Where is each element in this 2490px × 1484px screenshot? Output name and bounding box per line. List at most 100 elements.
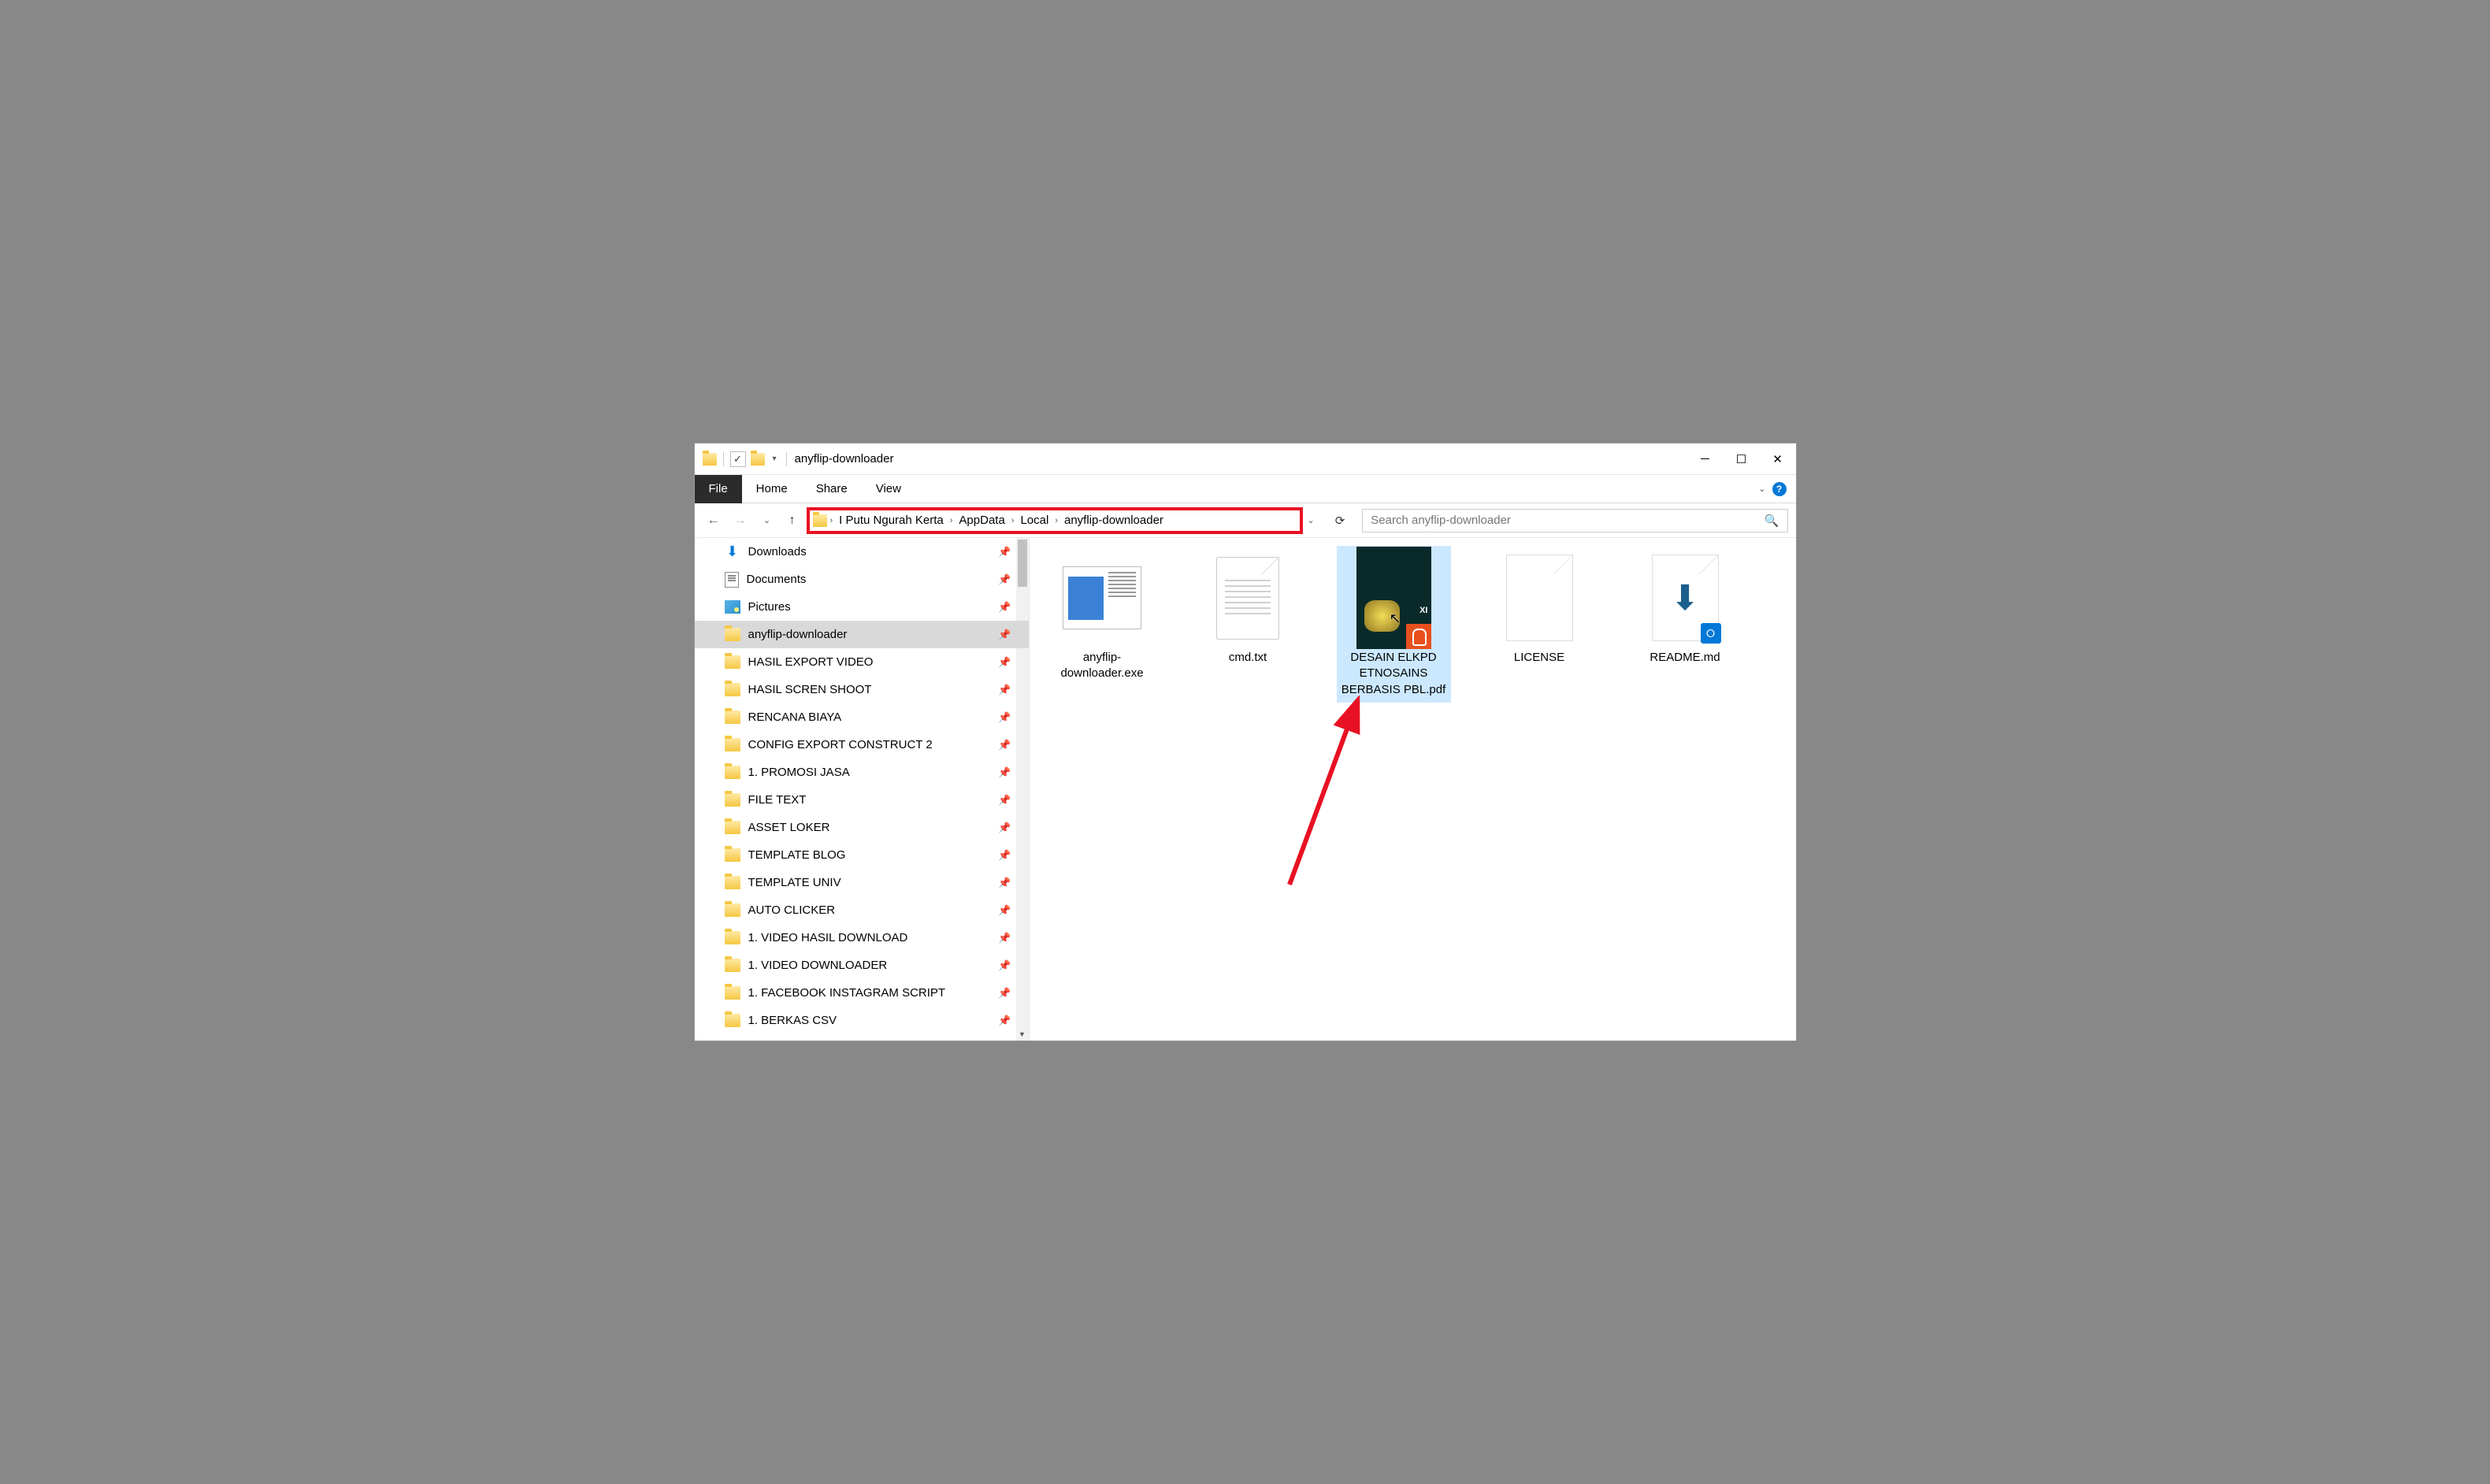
picture-icon (725, 600, 740, 614)
search-icon[interactable]: 🔍 (1765, 514, 1779, 528)
pin-icon: 📌 (998, 711, 1011, 724)
tree-item[interactable]: ⬇Downloads📌 (695, 538, 1029, 566)
tree-item[interactable]: 1. FACEBOOK INSTAGRAM SCRIPT📌 (695, 979, 1029, 1007)
tree-item-label: HASIL EXPORT VIDEO (748, 655, 874, 669)
search-input[interactable] (1371, 514, 1765, 527)
chevron-right-icon[interactable]: › (830, 516, 833, 525)
tree-item-label: HASIL SCREN SHOOT (748, 683, 872, 696)
folder-icon (725, 766, 740, 779)
tree-item[interactable]: RENCANA BIAYA📌 (695, 703, 1029, 731)
folder-icon (725, 710, 740, 724)
ribbon-tab-home[interactable]: Home (742, 475, 802, 503)
breadcrumb-segment[interactable]: anyflip-downloader (1061, 512, 1167, 529)
address-history-dropdown[interactable]: ⌄ (1308, 515, 1315, 525)
tree-item-label: TEMPLATE UNIV (748, 876, 841, 889)
file-thumbnail (1208, 551, 1287, 645)
tree-item[interactable]: HASIL EXPORT VIDEO 📌 (695, 648, 1029, 676)
file-thumbnail (1500, 551, 1579, 645)
folder-icon (725, 1014, 740, 1027)
tree-item-label: 1. FACEBOOK INSTAGRAM SCRIPT (748, 986, 946, 1000)
download-icon: ⬇ (725, 544, 740, 560)
file-thumbnail (1063, 551, 1141, 645)
chevron-right-icon[interactable]: › (950, 516, 953, 525)
tree-item[interactable]: HASIL SCREN SHOOT📌 (695, 676, 1029, 703)
tree-item[interactable]: Pictures📌 (695, 593, 1029, 621)
navigation-bar: ← → ⌄ ↑ › I Putu Ngurah Kerta › AppData … (695, 503, 1796, 538)
folder-icon (725, 931, 740, 944)
folder-icon (725, 959, 740, 972)
ribbon-file-tab[interactable]: File (695, 475, 742, 503)
search-box[interactable]: 🔍 (1362, 509, 1787, 532)
window-title: anyflip-downloader (789, 452, 894, 466)
tree-item-label: 1. BERKAS CSV (748, 1014, 837, 1027)
breadcrumb-segment[interactable]: AppData (956, 512, 1008, 529)
breadcrumb-segment[interactable]: I Putu Ngurah Kerta (836, 512, 947, 529)
ribbon-tab-view[interactable]: View (862, 475, 915, 503)
help-icon[interactable]: ? (1772, 482, 1787, 496)
folder-icon (725, 628, 740, 641)
tree-item[interactable]: Documents📌 (695, 566, 1029, 593)
file-item[interactable]: cmd.txt (1191, 546, 1305, 703)
tree-item[interactable]: TEMPLATE BLOG 📌 (695, 841, 1029, 869)
tree-item[interactable]: ASSET LOKER📌 (695, 814, 1029, 841)
document-icon (725, 572, 739, 588)
qat-dropdown-icon[interactable]: ▾ (770, 454, 780, 463)
file-item[interactable]: ↖XIDESAIN ELKPD ETNOSAINS BERBASIS PBL.p… (1337, 546, 1451, 703)
qat-newfolder-icon[interactable] (751, 453, 765, 466)
folder-icon (725, 655, 740, 669)
pin-icon: 📌 (998, 794, 1011, 807)
tree-item[interactable]: AUTO CLICKER📌 (695, 896, 1029, 924)
tree-item-label: 1. VIDEO HASIL DOWNLOAD (748, 931, 908, 944)
tree-item-label: Downloads (748, 545, 807, 558)
tree-item[interactable]: FILE TEXT 📌 (695, 786, 1029, 814)
recent-dropdown-icon[interactable]: ⌄ (756, 510, 778, 532)
minimize-button[interactable]: ─ (1687, 443, 1724, 475)
ribbon-collapse-icon[interactable]: ⌄ (1758, 484, 1765, 494)
maximize-button[interactable]: ☐ (1724, 443, 1760, 475)
pin-icon: 📌 (998, 822, 1011, 834)
pin-icon: 📌 (998, 656, 1011, 669)
tree-item[interactable]: 1. PROMOSI JASA 📌 (695, 759, 1029, 786)
file-item[interactable]: ⬇⭘README.md (1628, 546, 1742, 703)
folder-icon (725, 986, 740, 1000)
chevron-right-icon[interactable]: › (1011, 516, 1015, 525)
tree-item-label: 1. PROMOSI JASA (748, 766, 850, 779)
pin-icon: 📌 (998, 1015, 1011, 1027)
explorer-body: ▲ ▼ ⬇Downloads📌Documents📌Pictures📌anyfli… (695, 538, 1796, 1041)
tree-item-label: CONFIG EXPORT CONSTRUCT 2 (748, 738, 933, 751)
navigation-pane[interactable]: ▲ ▼ ⬇Downloads📌Documents📌Pictures📌anyfli… (695, 538, 1030, 1041)
folder-icon (725, 848, 740, 862)
folder-icon (725, 903, 740, 917)
tree-item[interactable]: TEMPLATE UNIV📌 (695, 869, 1029, 896)
ribbon: File Home Share View ⌄ ? (695, 475, 1796, 503)
up-button[interactable]: ↑ (783, 511, 802, 530)
pin-icon: 📌 (998, 959, 1011, 972)
file-label: cmd.txt (1229, 650, 1267, 666)
pin-icon: 📌 (998, 573, 1011, 586)
tree-item[interactable]: 1. VIDEO HASIL DOWNLOAD📌 (695, 924, 1029, 952)
address-bar[interactable]: › I Putu Ngurah Kerta › AppData › Local … (807, 507, 1303, 534)
file-label: DESAIN ELKPD ETNOSAINS BERBASIS PBL.pdf (1341, 650, 1446, 698)
file-item[interactable]: anyflip-downloader.exe (1045, 546, 1160, 703)
tree-item-label: FILE TEXT (748, 793, 807, 807)
refresh-button[interactable]: ⟳ (1335, 514, 1345, 528)
file-item[interactable]: LICENSE (1482, 546, 1597, 703)
tree-item-label: TEMPLATE BLOG (748, 848, 846, 862)
pin-icon: 📌 (998, 766, 1011, 779)
tree-item[interactable]: CONFIG EXPORT CONSTRUCT 2📌 (695, 731, 1029, 759)
tree-item[interactable]: anyflip-downloader📌 (695, 621, 1029, 648)
tree-item[interactable]: 1. VIDEO DOWNLOADER📌 (695, 952, 1029, 979)
file-list-pane[interactable]: anyflip-downloader.exe cmd.txt ↖XIDESAIN E… (1030, 538, 1796, 1041)
close-button[interactable]: ✕ (1760, 443, 1796, 475)
forward-button[interactable]: → (729, 510, 751, 532)
breadcrumb-segment[interactable]: Local (1017, 512, 1052, 529)
tree-item-label: AUTO CLICKER (748, 903, 836, 917)
ribbon-tab-share[interactable]: Share (802, 475, 862, 503)
pin-icon: 📌 (998, 849, 1011, 862)
chevron-right-icon[interactable]: › (1055, 516, 1058, 525)
folder-icon (725, 738, 740, 751)
file-thumbnail: ⬇⭘ (1646, 551, 1724, 645)
back-button[interactable]: ← (703, 510, 725, 532)
qat-properties-icon[interactable]: ✓ (730, 451, 746, 467)
tree-item[interactable]: 1. BERKAS CSV 📌 (695, 1007, 1029, 1034)
